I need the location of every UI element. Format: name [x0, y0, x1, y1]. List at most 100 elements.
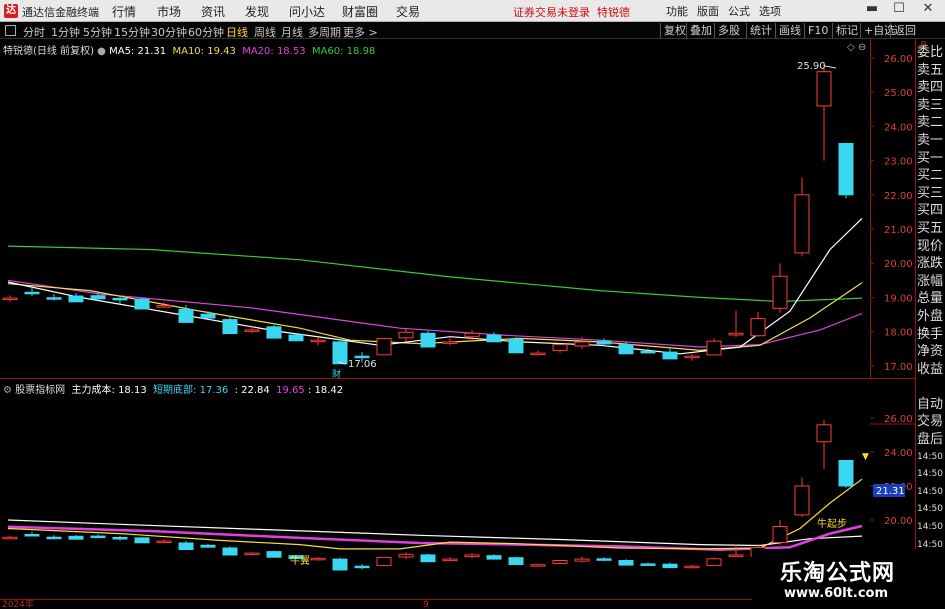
finance-event-marker[interactable]: 财	[332, 368, 341, 380]
candle-body[interactable]	[750, 318, 766, 337]
function-button[interactable]: 功能	[666, 3, 688, 19]
sub-candle-body[interactable]	[838, 460, 854, 487]
side-panel-item[interactable]: 自动	[917, 396, 945, 414]
sub-candle-body[interactable]	[90, 535, 106, 539]
candle-body[interactable]	[178, 308, 194, 323]
sub-candle-body[interactable]	[442, 558, 458, 562]
maximize-icon[interactable]: ☐	[889, 1, 909, 16]
side-panel-item[interactable]: 买三	[917, 185, 945, 203]
layout-button[interactable]: 版面	[697, 3, 719, 19]
formula-button[interactable]: 公式	[728, 3, 750, 19]
candle-body[interactable]	[200, 313, 216, 319]
menu-shichang[interactable]: 市场	[157, 3, 181, 20]
sub-candle-body[interactable]	[508, 557, 524, 566]
draw-line-button[interactable]: 画线	[775, 23, 804, 38]
candle-body[interactable]	[354, 355, 370, 359]
sub-candle-body[interactable]	[728, 554, 744, 557]
candle-body[interactable]	[376, 337, 392, 356]
candle-body[interactable]	[112, 297, 128, 301]
candle-body[interactable]	[794, 194, 810, 254]
candle-body[interactable]	[288, 334, 304, 342]
side-panel-item[interactable]: 14:50	[917, 484, 945, 502]
candle-body[interactable]	[816, 71, 832, 107]
tab-1min[interactable]: 1分钟	[51, 24, 80, 40]
sub-candle-body[interactable]	[68, 535, 84, 540]
side-panel-item[interactable]: 卖二	[917, 114, 945, 132]
side-panel-item[interactable]: 外盘	[917, 308, 945, 326]
side-panel-item[interactable]: 卖五	[917, 62, 945, 80]
menu-wenxiaoda[interactable]: 问小达	[289, 3, 325, 20]
candle-body[interactable]	[420, 332, 436, 348]
tab-30min[interactable]: 30分钟	[151, 24, 187, 40]
sub-candle-body[interactable]	[706, 558, 722, 567]
sub-settings-icon[interactable]: ⚙	[3, 385, 12, 396]
side-panel-item[interactable]: 买二	[917, 167, 945, 185]
candle-body[interactable]	[442, 341, 458, 344]
overlay-button[interactable]: 叠加	[686, 23, 715, 38]
candle-body[interactable]	[2, 297, 18, 301]
menu-caifuquan[interactable]: 财富圈	[342, 3, 378, 20]
sub-candle-body[interactable]	[376, 556, 392, 567]
sub-candle-body[interactable]	[112, 537, 128, 540]
candle-body[interactable]	[266, 326, 282, 339]
menu-hangqing[interactable]: 行情	[112, 3, 136, 20]
side-panel-item[interactable]: 卖三	[917, 97, 945, 115]
side-panel-item[interactable]: 卖四	[917, 79, 945, 97]
sub-candle-body[interactable]	[266, 551, 282, 558]
side-panel-item[interactable]: 交易	[917, 413, 945, 431]
side-panel-item[interactable]: 涨跌	[917, 255, 945, 273]
candle-body[interactable]	[552, 344, 568, 351]
tab-fenshi[interactable]: 分时	[23, 24, 45, 40]
tab-daily[interactable]: 日线	[226, 24, 248, 40]
side-panel-item[interactable]: 14:50	[917, 519, 945, 537]
candle-body[interactable]	[662, 351, 678, 360]
side-panel-item[interactable]: 盘后	[917, 431, 945, 449]
candle-body[interactable]	[90, 295, 106, 300]
candle-body[interactable]	[332, 341, 348, 365]
kline-chart[interactable]: 26.00 25.00 24.00 23.00 22.00 21.00 20.00 19.00…	[0, 39, 945, 609]
tab-monthly[interactable]: 月线	[281, 24, 303, 40]
candle-body[interactable]	[310, 339, 326, 343]
candle-body[interactable]	[134, 298, 150, 310]
sub-candle-body[interactable]	[662, 563, 678, 569]
candle-body[interactable]	[508, 338, 524, 354]
sub-candle-body[interactable]	[244, 552, 260, 556]
sub-candle-body[interactable]	[332, 558, 348, 571]
candle-body[interactable]	[68, 295, 84, 303]
chart-control-icons[interactable]: ◇ ⊖	[847, 42, 866, 53]
sub-candle-body[interactable]	[156, 540, 172, 544]
sub-candle-body[interactable]	[134, 537, 150, 544]
multi-stock-button[interactable]: 多股	[714, 23, 743, 38]
side-panel-item[interactable]: 卖一	[917, 132, 945, 150]
tab-more[interactable]: 更多 >	[343, 24, 378, 40]
sub-candle-body[interactable]	[596, 558, 612, 561]
menu-jiaoyi[interactable]: 交易	[396, 3, 420, 20]
candle-body[interactable]	[728, 332, 744, 336]
sub-candle-body[interactable]	[24, 534, 40, 537]
menu-zixun[interactable]: 资讯	[201, 3, 225, 20]
sub-candle-body[interactable]	[178, 542, 194, 550]
tab-weekly[interactable]: 周线	[254, 24, 276, 40]
sub-candle-body[interactable]	[46, 536, 62, 540]
sub-candle-body[interactable]	[464, 554, 480, 558]
login-warning[interactable]: 证券交易未登录 特锐德	[513, 4, 630, 20]
f10-button[interactable]: F10	[804, 23, 831, 38]
back-button[interactable]: 返回	[890, 23, 919, 38]
side-panel-item[interactable]: 涨幅	[917, 273, 945, 291]
candle-body[interactable]	[24, 291, 40, 295]
sub-candle-body[interactable]	[530, 564, 546, 567]
side-panel-item[interactable]: 买五	[917, 220, 945, 238]
side-panel-item[interactable]: 买四	[917, 202, 945, 220]
candle-body[interactable]	[222, 319, 238, 335]
candle-body[interactable]	[530, 352, 546, 356]
sub-candle-body[interactable]	[354, 565, 370, 569]
sub-candle-body[interactable]	[816, 424, 832, 443]
side-panel-item[interactable]: 买一	[917, 150, 945, 168]
candle-body[interactable]	[464, 332, 480, 338]
side-panel-item[interactable]: 净资	[917, 343, 945, 361]
candle-body[interactable]	[398, 331, 414, 339]
candle-body[interactable]	[244, 329, 260, 332]
close-icon[interactable]: ✕	[918, 1, 938, 16]
sub-candle-body[interactable]	[486, 555, 502, 560]
adjust-button[interactable]: 复权	[660, 23, 689, 38]
